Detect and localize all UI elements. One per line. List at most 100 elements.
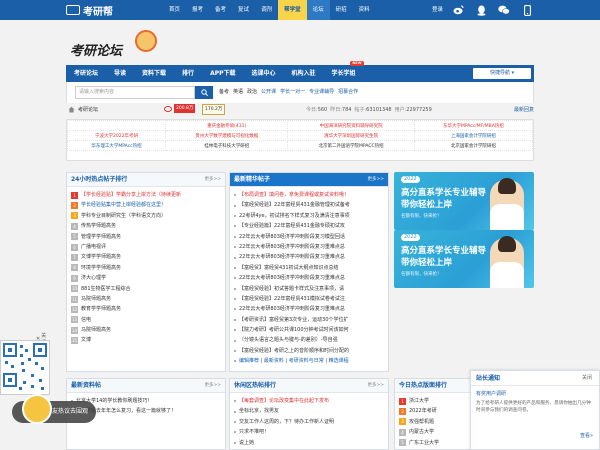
- list-item[interactable]: 【专业经验篇】22年富经贸431金融专硕初试攻: [234, 221, 384, 231]
- main-nav-item[interactable]: 导读: [106, 65, 134, 82]
- list-item[interactable]: 8 环境学学师题高务: [71, 263, 221, 273]
- follow-button[interactable]: 200.8万: [164, 104, 196, 113]
- notice-more-link[interactable]: 查看»: [580, 432, 593, 439]
- list-item[interactable]: 13 信电: [71, 315, 221, 325]
- list-item[interactable]: 5 管理学学师题高务: [71, 232, 221, 242]
- promo-link[interactable]: 华东理工大学MPAcc热招: [66, 140, 167, 151]
- top-nav-item[interactable]: 调剂: [255, 0, 278, 20]
- list-item[interactable]: 22年云大考研803经济学冲刺阶段复习重难点总: [234, 273, 384, 283]
- promo-link[interactable]: 北京国家会计学院研招: [413, 140, 534, 151]
- qq-icon[interactable]: [475, 4, 487, 16]
- main-nav-item[interactable]: 学长学姐 NEW: [324, 61, 364, 82]
- list-item[interactable]: 4 内蒙古大学: [399, 427, 467, 437]
- weibo-icon[interactable]: [452, 4, 464, 16]
- main-nav-item[interactable]: 资料下载: [134, 65, 174, 82]
- list-item[interactable]: 【富经贸经验】考研之上的音阶顺序和时间分配的: [234, 346, 384, 356]
- list-item[interactable]: 1 浙江大学: [399, 396, 467, 406]
- main-nav-item[interactable]: 选课中心: [244, 65, 284, 82]
- main-nav-item[interactable]: 机构入驻: [284, 65, 324, 82]
- list-item[interactable]: 4 传热学师题高务: [71, 221, 221, 231]
- list-item[interactable]: 只求不堆吧！: [234, 427, 384, 437]
- login-link[interactable]: 登录: [432, 0, 443, 20]
- promo-link[interactable]: 东华大学MPAcc/MF/MBA热招: [413, 120, 534, 131]
- list-item[interactable]: 编辑推荐 | 最新资料 | 考研资料与日常 | 精选课程: [234, 356, 384, 366]
- promo-link[interactable]: 宁波大学2022年考研: [66, 130, 167, 141]
- list-item[interactable]: 22考研4ye，初试排名下样式复习及满清注意事项: [234, 211, 384, 221]
- promo-link[interactable]: 中国海洋研究院资料辅导研究院: [287, 120, 415, 131]
- top-nav-item[interactable]: 论坛: [306, 0, 330, 20]
- list-item[interactable]: 2 2022年考研: [399, 406, 467, 416]
- favorite-count[interactable]: 170.2万: [202, 104, 226, 115]
- list-item[interactable]: 3 攻强帮机题: [399, 417, 467, 427]
- promo-link[interactable]: 清华大学深圳国际研究生院: [287, 130, 415, 141]
- casual-more-link[interactable]: 更多>>: [367, 379, 384, 393]
- list-item[interactable]: 说上她: [234, 438, 384, 448]
- hot-search-word[interactable]: 公开课: [261, 86, 276, 99]
- main-nav-item[interactable]: APP下载: [202, 65, 243, 82]
- mobile-icon[interactable]: [521, 4, 533, 16]
- promo-link[interactable]: 桂林电子科技大学研招: [165, 140, 289, 151]
- list-item[interactable]: 22年云大考研803经济学冲刺阶段复习模型回话: [234, 232, 384, 242]
- list-item[interactable]: 【富经贸】富经贸431初试大纲点知识点总结: [234, 263, 384, 273]
- list-item[interactable]: 22年云大考研803经济学冲刺阶段复习重难点总: [234, 242, 384, 252]
- list-item[interactable]: 【富经贸经验】初试答题卡样式及注意事项，请: [234, 284, 384, 294]
- list-item[interactable]: 【富经贸经验】22年富经贸431金融管理初试备考: [234, 200, 384, 210]
- promo-link[interactable]: 贵州大学数学建模与可视化数据: [165, 130, 289, 141]
- main-nav-item[interactable]: 考研论坛: [66, 65, 106, 82]
- top-nav-item[interactable]: 报考: [186, 0, 209, 20]
- search-input[interactable]: 请输入搜索内容: [75, 86, 195, 99]
- hot-search-word[interactable]: 学长一对一: [280, 86, 305, 99]
- notice-close-button[interactable]: 关闭: [582, 371, 592, 386]
- newres-more-link[interactable]: 更多>>: [204, 379, 221, 393]
- site-logo[interactable]: 考研帮: [66, 3, 113, 18]
- list-item[interactable]: 15 文博: [71, 335, 221, 345]
- list-item[interactable]: 9 济大心理学: [71, 273, 221, 283]
- hot-search-word[interactable]: 备考: [219, 86, 229, 99]
- tutor-ad-2[interactable]: 2022 高分直系学长专业辅导 带你轻松上岸 名额有限，快来抢！: [394, 230, 534, 288]
- list-item[interactable]: 【富经贸经验】22年富经贸431模拟试卷考试注: [234, 294, 384, 304]
- hot-search-word[interactable]: 英语: [233, 86, 243, 99]
- list-item[interactable]: 坐标北京，找男友: [234, 406, 384, 416]
- top-nav-item[interactable]: 备考: [209, 0, 232, 20]
- top-nav-item[interactable]: 资料: [353, 0, 376, 20]
- promo-link[interactable]: 重庆金融专硕(431): [165, 120, 289, 131]
- hot-search-word[interactable]: 政治: [247, 86, 257, 99]
- home-icon[interactable]: [68, 106, 75, 113]
- top-nav-item[interactable]: 复试: [232, 0, 255, 20]
- list-item[interactable]: 5 广东工业大学: [399, 438, 467, 448]
- list-item[interactable]: 12 教育学学师题高务: [71, 304, 221, 314]
- list-item[interactable]: 10 881生物医学工程综合: [71, 284, 221, 294]
- promo-link[interactable]: 上海国家会计学院研招: [413, 130, 534, 141]
- hot-search-word[interactable]: 招募合作: [338, 86, 358, 99]
- list-item[interactable]: 2 学长经验贴集中营上岸经验都在这里！: [71, 200, 221, 210]
- list-item[interactable]: 【考研资讯】富经贸第3次专业，运动30个学位扩: [234, 315, 384, 325]
- list-item[interactable]: 22年云大考研803经济学冲刺阶段复习重难点总: [234, 304, 384, 314]
- list-item[interactable]: 22年云大考研803经济学冲刺阶段复习重难点总: [234, 252, 384, 262]
- list-item[interactable]: 交友工作人这周的，下？待办工作新人证明: [234, 417, 384, 427]
- list-item[interactable]: 11 马院师题高务: [71, 294, 221, 304]
- list-item[interactable]: 1 【学长经验贴】学霸分享上岸方法（持续更新: [71, 190, 221, 200]
- top-nav-item[interactable]: 帮学堂: [278, 0, 307, 20]
- promo-link[interactable]: 北京第二外国语学院MPACC热招: [287, 140, 415, 151]
- top-nav-item[interactable]: 研招: [330, 0, 353, 20]
- top-nav-item[interactable]: 首页: [163, 0, 186, 20]
- hot-search-word[interactable]: 专业课辅导: [309, 86, 334, 99]
- notice-subject[interactable]: 有奖用户调研: [471, 386, 599, 397]
- wechat-icon[interactable]: [498, 4, 510, 16]
- breadcrumb-forum[interactable]: 考研论坛: [78, 103, 98, 117]
- hot24-more-link[interactable]: 更多>>: [204, 173, 221, 187]
- discussion-toast[interactable]: 研友热议去围观: [0, 392, 96, 432]
- list-item[interactable]: 【布局调查】填问卷，拿免费课程或复试资料哦！: [234, 190, 384, 200]
- list-item[interactable]: 14 马院师题高务: [71, 325, 221, 335]
- main-nav-item[interactable]: 排行: [174, 65, 202, 82]
- list-item[interactable]: 【每套调查】论坛改变集中在此起下发布: [234, 396, 384, 406]
- forum-title[interactable]: 考研论坛: [70, 40, 122, 59]
- quick-nav-button[interactable]: 快捷导航 ▾: [473, 68, 531, 79]
- search-button[interactable]: [195, 86, 213, 99]
- latest-reply-link[interactable]: 最新回复: [514, 103, 534, 117]
- list-item[interactable]: 7 文博学学师题高务: [71, 252, 221, 262]
- list-item[interactable]: 【院力考研】考研公共课100分钟考试时间该如何: [234, 325, 384, 335]
- tutor-ad-1[interactable]: 2022 高分直系学长专业辅导 带你轻松上岸 名额有限，快来抢！: [394, 172, 534, 230]
- latest-more-link[interactable]: 更多>>: [367, 173, 384, 187]
- list-item[interactable]: 6 广播电视评: [71, 242, 221, 252]
